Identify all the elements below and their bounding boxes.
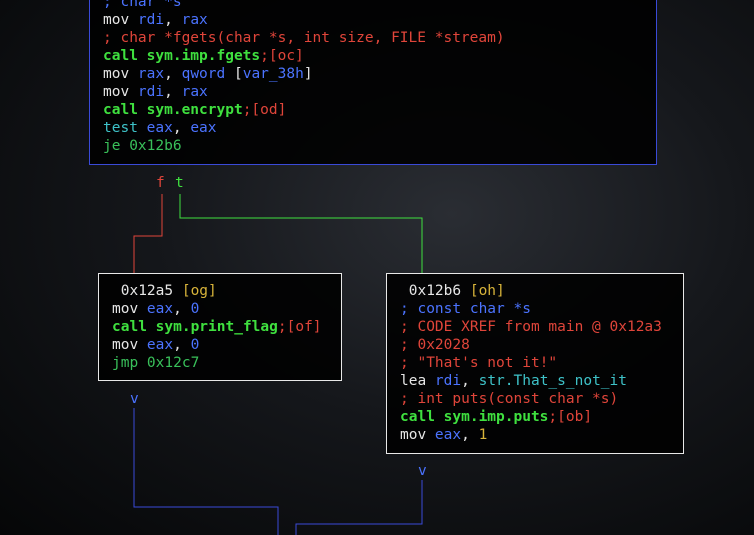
asm-token: call sym.print_flag	[112, 319, 278, 335]
asm-line[interactable]: je 0x12b6	[103, 137, 182, 155]
asm-token: ; CODE XREF from main @ 0x12a3	[400, 319, 662, 335]
asm-token: call sym.encrypt	[103, 102, 243, 118]
asm-token: ; "That's not it!"	[400, 355, 558, 371]
code-block-main[interactable]: ; char *s mov rdi, rax; char *fgets(char …	[89, 0, 657, 165]
asm-token: qword	[181, 66, 226, 82]
asm-token: ,	[461, 427, 479, 443]
asm-token: mov	[400, 427, 435, 443]
edge-arrow-left: v	[130, 391, 139, 407]
asm-token: ;[of]	[277, 319, 322, 335]
asm-token: jmp 0x12c7	[112, 355, 200, 371]
asm-token: ,	[172, 120, 191, 136]
asm-line[interactable]: jmp 0x12c7	[112, 354, 199, 372]
asm-line[interactable]: call sym.encrypt;[od]	[103, 101, 286, 119]
asm-token: mov	[112, 337, 147, 353]
asm-token: mov	[103, 12, 138, 28]
false-branch-label: f	[156, 175, 165, 191]
false-edge	[133, 194, 163, 273]
asm-line[interactable]: ; "That's not it!"	[400, 354, 557, 372]
asm-token: ; char *s	[103, 0, 182, 10]
asm-token: eax	[146, 301, 174, 317]
asm-token: rdi	[137, 12, 165, 28]
asm-token: rax	[181, 84, 208, 100]
asm-token: call sym.imp.puts	[400, 409, 549, 425]
asm-token: ; 0x2028	[400, 337, 470, 353]
asm-token: [og]	[181, 283, 217, 299]
asm-token: ]	[303, 66, 313, 82]
asm-token: ,	[164, 66, 182, 82]
asm-token: lea	[400, 373, 435, 389]
asm-token: ; const char *s	[400, 301, 531, 317]
code-block-0x12a5[interactable]: 0x12a5 [og] mov eax, 0 call sym.print_flag…	[98, 273, 342, 381]
asm-token: ; int puts(const char *s)	[400, 391, 619, 407]
asm-token: mov	[103, 66, 138, 82]
asm-token: 1	[478, 427, 488, 443]
asm-token: 0	[190, 301, 200, 317]
asm-line[interactable]: ; const char *s	[400, 300, 531, 318]
asm-line[interactable]: call sym.imp.fgets;[oc]	[103, 47, 304, 65]
asm-token: ,	[461, 373, 479, 389]
asm-token: eax	[434, 427, 462, 443]
left-jump-edge	[133, 408, 279, 535]
asm-token: ,	[173, 301, 191, 317]
asm-token: test	[103, 120, 147, 136]
asm-token: 0x12a5	[112, 283, 182, 299]
asm-token: mov	[112, 301, 147, 317]
asm-token: call sym.imp.fgets	[103, 48, 261, 64]
right-fall-edge	[295, 480, 423, 535]
asm-token: rax	[181, 12, 208, 28]
asm-line[interactable]: ; 0x2028	[400, 336, 470, 354]
asm-token: ;[oc]	[260, 48, 304, 64]
asm-line[interactable]: mov eax, 1	[400, 426, 487, 444]
asm-line[interactable]: ; CODE XREF from main @ 0x12a3	[400, 318, 662, 336]
asm-line[interactable]: lea rdi, str.That_s_not_it	[400, 372, 627, 390]
asm-line[interactable]: call sym.imp.puts;[ob]	[400, 408, 592, 426]
asm-line[interactable]: mov eax, 0	[112, 336, 199, 354]
asm-token: ,	[164, 84, 182, 100]
asm-line[interactable]: ; int puts(const char *s)	[400, 390, 618, 408]
asm-token: ,	[164, 12, 182, 28]
true-branch-label: t	[175, 175, 184, 191]
code-block-0x12b6[interactable]: 0x12b6 [oh]; const char *s; CODE XREF fr…	[386, 273, 684, 454]
asm-token: rdi	[137, 84, 165, 100]
asm-token: var_38h	[242, 66, 304, 82]
asm-token: rax	[137, 66, 165, 82]
asm-token: ;[od]	[242, 102, 287, 118]
asm-token: 0	[190, 337, 200, 353]
asm-token: ,	[173, 337, 191, 353]
asm-token: mov	[103, 84, 138, 100]
asm-token: eax	[146, 120, 173, 136]
asm-line[interactable]: 0x12a5 [og]	[112, 282, 217, 300]
asm-token: rdi	[434, 373, 462, 389]
asm-line[interactable]: mov eax, 0	[112, 300, 199, 318]
edge-arrow-right: v	[418, 463, 427, 479]
asm-line[interactable]: call sym.print_flag;[of]	[112, 318, 322, 336]
true-edge	[179, 194, 423, 273]
asm-token: eax	[190, 120, 217, 136]
asm-token: str.That_s_not_it	[478, 373, 627, 389]
asm-token: ; char *fgets(char *s, int size, FILE *s…	[103, 30, 505, 46]
asm-token: je 0x12b6	[103, 138, 182, 154]
asm-token: eax	[146, 337, 174, 353]
asm-token: ;[ob]	[548, 409, 593, 425]
asm-line[interactable]: ; char *s	[103, 0, 182, 11]
asm-line[interactable]: 0x12b6 [oh]	[400, 282, 505, 300]
asm-token: [oh]	[469, 283, 505, 299]
asm-line[interactable]: mov rdi, rax	[103, 11, 208, 29]
asm-line[interactable]: mov rdi, rax	[103, 83, 208, 101]
asm-line[interactable]: mov rax, qword [var_38h]	[103, 65, 313, 83]
asm-token: 0x12b6	[400, 283, 470, 299]
asm-line[interactable]: test eax, eax	[103, 119, 217, 137]
asm-line[interactable]: ; char *fgets(char *s, int size, FILE *s…	[103, 29, 505, 47]
asm-token: [	[225, 66, 243, 82]
